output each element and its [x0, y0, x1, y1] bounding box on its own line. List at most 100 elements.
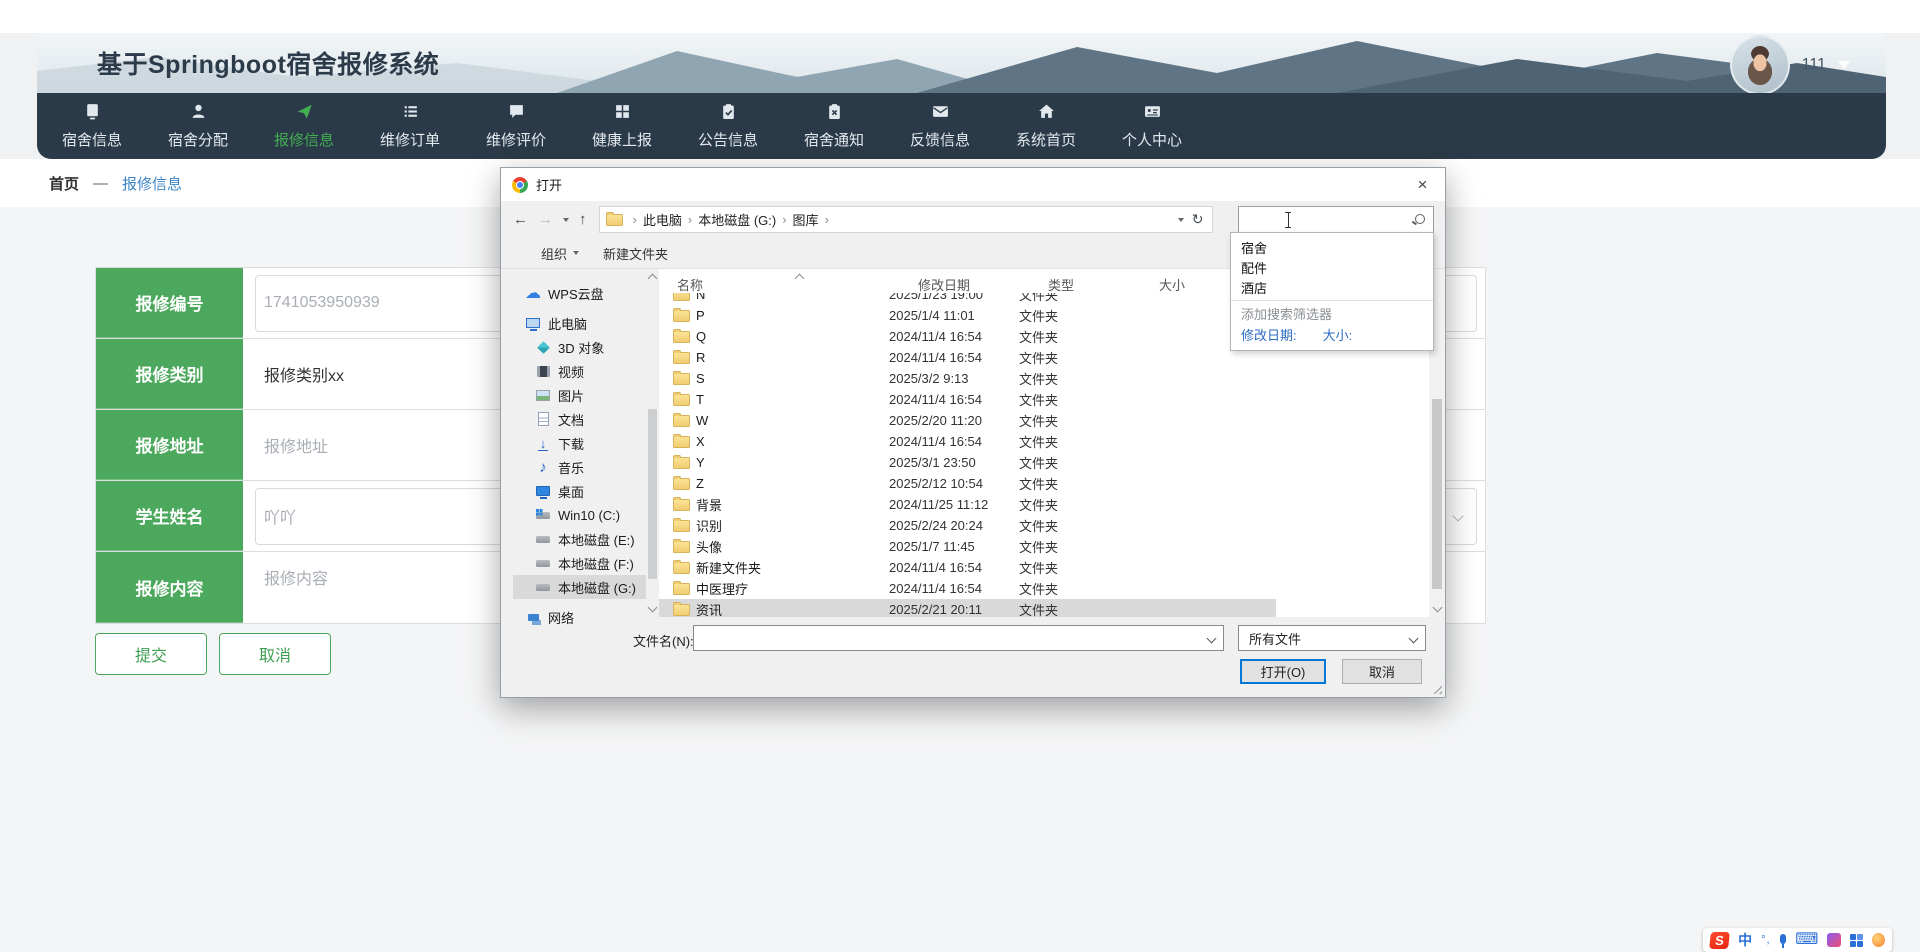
sidebar-item[interactable]: Win10 (C:)	[501, 503, 646, 527]
file-row[interactable]: 资讯 2025/2/21 20:11 文件夹	[659, 599, 1429, 617]
sidebar-item[interactable]: 图片	[501, 383, 646, 407]
up-icon[interactable]: ↑	[579, 211, 587, 228]
address-crumb-gallery[interactable]: 图库	[793, 210, 819, 229]
dialog-cancel-button[interactable]: 取消	[1342, 659, 1422, 684]
sidebar-item[interactable]: 此电脑	[501, 311, 646, 335]
ime-language-icon[interactable]: 中	[1738, 930, 1752, 950]
sidebar-item[interactable]: 下载	[501, 431, 646, 455]
breadcrumb-home[interactable]: 首页	[49, 173, 79, 194]
nav-item[interactable]: 系统首页	[993, 93, 1099, 159]
nav-item[interactable]: 健康上报	[569, 93, 675, 159]
toolbox-icon[interactable]	[1849, 933, 1863, 947]
column-header-type[interactable]: 类型	[1048, 275, 1074, 294]
nav-icon	[614, 103, 631, 120]
dialog-title-bar[interactable]: 打开 ×	[501, 168, 1445, 201]
search-history-item[interactable]: 配件	[1231, 257, 1433, 277]
search-filter-link[interactable]: 修改日期:	[1241, 325, 1297, 344]
file-row[interactable]: Z 2025/2/12 10:54 文件夹	[659, 473, 1429, 494]
nav-item[interactable]: 公告信息	[675, 93, 781, 159]
file-row[interactable]: 头像 2025/1/7 11:45 文件夹	[659, 536, 1429, 557]
file-date: 2025/3/1 23:50	[889, 455, 976, 470]
user-menu[interactable]: 111	[1729, 35, 1850, 93]
sidebar-item[interactable]: 3D 对象	[501, 335, 646, 359]
column-header-size[interactable]: 大小	[1159, 275, 1185, 294]
ime-punctuation-icon[interactable]: °,	[1761, 934, 1770, 946]
search-input[interactable]	[1237, 206, 1434, 233]
scroll-up-icon[interactable]	[647, 273, 658, 284]
column-header-name[interactable]: 名称	[677, 275, 703, 294]
sidebar-item[interactable]: 文档	[501, 407, 646, 431]
filetype-select[interactable]: 所有文件	[1238, 625, 1426, 651]
organize-menu[interactable]: 组织	[541, 244, 580, 263]
filename-input[interactable]	[693, 625, 1224, 651]
search-history-item[interactable]: 酒店	[1231, 277, 1433, 297]
breadcrumb-current[interactable]: 报修信息	[122, 173, 182, 194]
nav-item[interactable]: 反馈信息	[887, 93, 993, 159]
open-button[interactable]: 打开(O)	[1240, 659, 1326, 684]
folder-icon	[673, 308, 690, 322]
file-row[interactable]: 中医理疗 2024/11/4 16:54 文件夹	[659, 578, 1429, 599]
submit-button[interactable]: 提交	[95, 633, 207, 675]
file-row[interactable]: X 2024/11/4 16:54 文件夹	[659, 431, 1429, 452]
file-row[interactable]: Y 2025/3/1 23:50 文件夹	[659, 452, 1429, 473]
file-date: 2025/3/2 9:13	[889, 371, 969, 386]
sidebar-item[interactable]: 本地磁盘 (E:)	[501, 527, 646, 551]
file-name: 资讯	[696, 603, 723, 617]
sidebar-item[interactable]: 音乐	[501, 455, 646, 479]
search-history-item[interactable]: 宿舍	[1231, 237, 1433, 257]
history-dropdown-icon[interactable]	[563, 217, 569, 222]
keyboard-icon[interactable]: ⌨	[1795, 932, 1818, 948]
file-row[interactable]: 新建文件夹 2024/11/4 16:54 文件夹	[659, 557, 1429, 578]
close-icon[interactable]: ×	[1400, 168, 1445, 201]
nav-item[interactable]: 维修评价	[463, 93, 569, 159]
file-row[interactable]: T 2024/11/4 16:54 文件夹	[659, 389, 1429, 410]
back-icon[interactable]: ←	[513, 211, 528, 228]
refresh-icon[interactable]: ↻	[1192, 211, 1204, 228]
address-crumb-this-pc[interactable]: 此电脑	[643, 210, 682, 229]
file-row[interactable]: W 2025/2/20 11:20 文件夹	[659, 410, 1429, 431]
nav-item-label: 公告信息	[697, 131, 758, 149]
search-filter-link[interactable]: 大小:	[1323, 325, 1353, 344]
nav-item-label: 个人中心	[1121, 131, 1182, 149]
file-name: S	[696, 371, 705, 386]
scrollbar-thumb[interactable]	[1432, 399, 1442, 589]
file-row[interactable]: 背景 2024/11/25 11:12 文件夹	[659, 494, 1429, 515]
scrollbar-thumb[interactable]	[648, 409, 657, 579]
nav-item[interactable]: 宿舍通知	[781, 93, 887, 159]
filename-label: 文件名(N):	[633, 634, 694, 649]
sidebar-item-label: 图片	[558, 388, 585, 404]
nav-item[interactable]: 宿舍分配	[145, 93, 251, 159]
emoji-icon[interactable]	[1871, 933, 1885, 947]
nav-item[interactable]: 个人中心	[1099, 93, 1205, 159]
column-header-date[interactable]: 修改日期	[918, 275, 970, 294]
sidebar-item[interactable]: 本地磁盘 (G:)	[501, 575, 646, 599]
address-dropdown-icon[interactable]	[1177, 217, 1184, 222]
microphone-icon[interactable]	[1779, 933, 1787, 948]
sidebar-item[interactable]: WPS云盘	[501, 281, 646, 305]
resize-grip[interactable]	[1432, 684, 1442, 694]
file-row[interactable]: S 2025/3/2 9:13 文件夹	[659, 368, 1429, 389]
address-bar[interactable]: › 此电脑 › 本地磁盘 (G:) › 图库 › ↻	[598, 206, 1213, 233]
nav-item[interactable]: 维修订单	[357, 93, 463, 159]
new-folder-button[interactable]: 新建文件夹	[603, 244, 668, 263]
cancel-button[interactable]: 取消	[219, 633, 331, 675]
sidebar-item[interactable]: 桌面	[501, 479, 646, 503]
sidebar-item[interactable]: 本地磁盘 (F:)	[501, 551, 646, 575]
sidebar-item[interactable]: 视频	[501, 359, 646, 383]
file-row[interactable]: 识别 2025/2/24 20:24 文件夹	[659, 515, 1429, 536]
sidebar-scrollbar[interactable]	[646, 269, 659, 617]
scroll-down-icon[interactable]	[647, 602, 658, 613]
avatar[interactable]	[1729, 35, 1790, 93]
chevron-down-icon	[1206, 633, 1217, 644]
file-type: 文件夹	[1019, 603, 1059, 617]
file-name: 新建文件夹	[696, 561, 762, 576]
sogou-logo-icon[interactable]: S	[1709, 931, 1730, 949]
sidebar-item-icon	[535, 507, 551, 523]
scroll-down-icon[interactable]	[1432, 602, 1443, 613]
address-crumb-drive-g[interactable]: 本地磁盘 (G:)	[698, 210, 776, 229]
file-type: 文件夹	[1019, 477, 1059, 492]
skin-icon[interactable]	[1827, 933, 1841, 947]
forward-icon[interactable]: →	[538, 211, 553, 228]
nav-item[interactable]: 宿舍信息	[39, 93, 145, 159]
nav-item[interactable]: 报修信息	[251, 93, 357, 159]
